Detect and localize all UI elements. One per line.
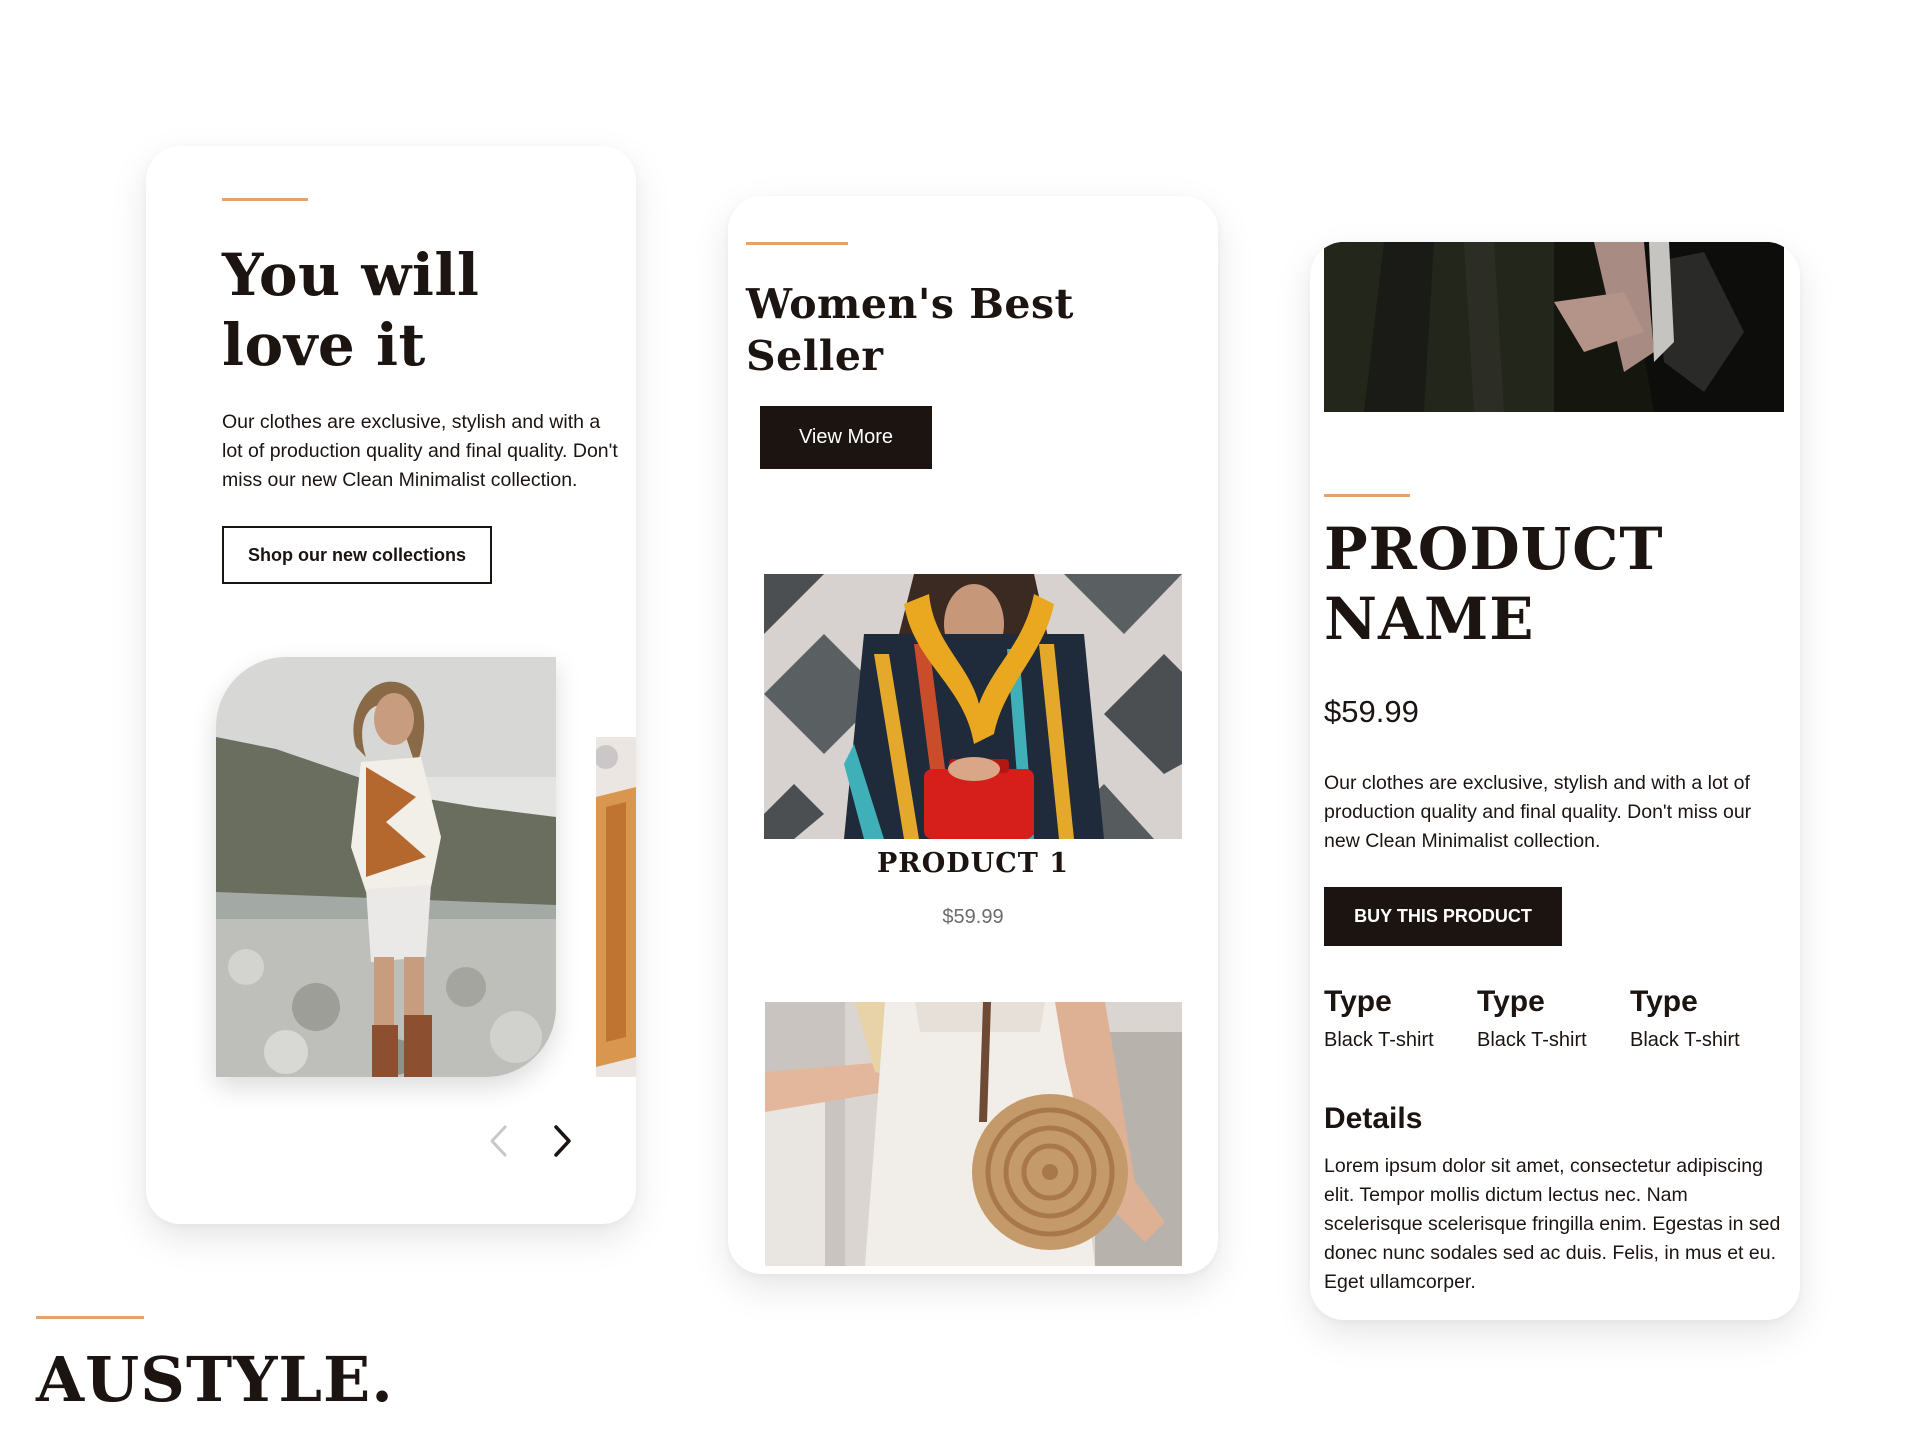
- product-1-price: $59.99: [942, 906, 1004, 928]
- details-heading: Details: [1324, 1102, 1423, 1135]
- chevron-right-icon: [554, 1125, 571, 1157]
- hero-model-photo: [216, 657, 556, 1077]
- accent-line: [1324, 494, 1410, 497]
- accent-line: [746, 242, 848, 245]
- brand-accent-line: [36, 1316, 144, 1319]
- bestseller-title: Women's Best Seller: [746, 280, 1074, 380]
- buy-product-button[interactable]: BUY THIS PRODUCT: [1324, 887, 1562, 946]
- type-value: Black T-shirt: [1477, 1029, 1587, 1051]
- brand-logo: AUSTYLE.: [36, 1343, 394, 1416]
- hero-description: Our clothes are exclusive, stylish and w…: [222, 411, 618, 491]
- chevron-left-icon: [490, 1125, 507, 1157]
- view-more-button[interactable]: View More: [760, 406, 932, 469]
- product-1-photo[interactable]: [764, 574, 1182, 839]
- product-photo: [1324, 242, 1784, 412]
- product-description: Our clothes are exclusive, stylish and w…: [1324, 772, 1752, 852]
- accent-line: [222, 198, 308, 201]
- type-option[interactable]: Type Black T-shirt: [1477, 982, 1627, 1054]
- product-title: PRODUCT NAME: [1324, 515, 1664, 653]
- type-label: Type: [1477, 985, 1545, 1018]
- hero-card: You will love it Our clothes are exclusi…: [146, 146, 636, 1224]
- type-option[interactable]: Type Black T-shirt: [1324, 982, 1474, 1054]
- product-detail-card: PRODUCT NAME $59.99 Our clothes are excl…: [1310, 242, 1800, 1320]
- product-2-photo[interactable]: [765, 1002, 1182, 1266]
- hero-title: You will love it: [222, 241, 480, 379]
- type-value: Black T-shirt: [1630, 1029, 1740, 1051]
- type-option[interactable]: Type Black T-shirt: [1630, 982, 1780, 1054]
- carousel-prev-button[interactable]: [480, 1121, 520, 1161]
- carousel-next-button[interactable]: [542, 1121, 582, 1161]
- shop-collections-button[interactable]: Shop our new collections: [222, 526, 492, 584]
- product-price: $59.99: [1324, 694, 1419, 729]
- type-label: Type: [1324, 985, 1392, 1018]
- product-1-name[interactable]: PRODUCT 1: [728, 848, 1218, 879]
- type-value: Black T-shirt: [1324, 1029, 1434, 1051]
- details-text: Lorem ipsum dolor sit amet, consectetur …: [1324, 1155, 1781, 1293]
- next-slide-photo: [596, 737, 636, 1077]
- type-label: Type: [1630, 985, 1698, 1018]
- bestseller-card: Women's Best Seller View More PRODUCT 1 …: [728, 196, 1218, 1274]
